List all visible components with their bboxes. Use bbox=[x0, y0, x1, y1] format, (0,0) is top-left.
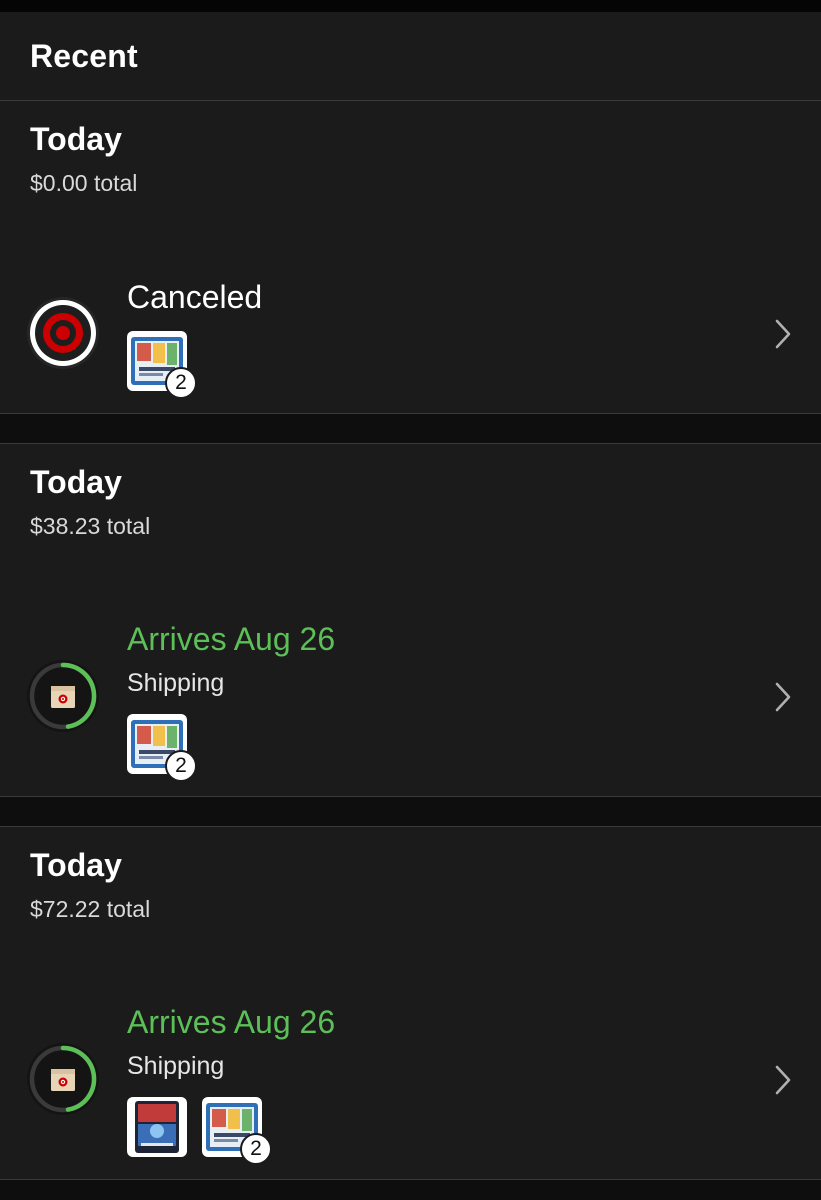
quantity-badge: 2 bbox=[165, 367, 197, 399]
shipping-progress-icon bbox=[26, 659, 100, 733]
shipping-progress-icon bbox=[26, 1042, 100, 1116]
order-status: Arrives Aug 26 bbox=[127, 1004, 336, 1040]
order-status: Canceled bbox=[127, 279, 263, 315]
order-card[interactable]: Today $38.23 total Arrives Aug 26 Shippi… bbox=[0, 443, 821, 797]
status-bar-strip bbox=[0, 0, 821, 12]
chevron-right-icon[interactable] bbox=[770, 679, 796, 715]
order-substatus: Shipping bbox=[127, 669, 225, 697]
order-date: Today bbox=[30, 464, 122, 500]
target-logo-icon bbox=[26, 296, 100, 370]
order-card[interactable]: Today $0.00 total Canceled 2 bbox=[0, 100, 821, 414]
order-date: Today bbox=[30, 121, 122, 157]
order-date: Today bbox=[30, 847, 122, 883]
chevron-right-icon[interactable] bbox=[770, 1062, 796, 1098]
recent-header: Recent bbox=[0, 12, 821, 101]
order-substatus: Shipping bbox=[127, 1052, 225, 1080]
quantity-badge: 2 bbox=[240, 1133, 272, 1165]
quantity-badge: 2 bbox=[165, 750, 197, 782]
order-status: Arrives Aug 26 bbox=[127, 621, 336, 657]
order-card[interactable]: Today $72.22 total Arrives Aug 26 Shippi… bbox=[0, 826, 821, 1180]
order-total: $72.22 total bbox=[30, 896, 151, 922]
order-total: $38.23 total bbox=[30, 513, 151, 539]
chevron-right-icon[interactable] bbox=[770, 316, 796, 352]
order-total: $0.00 total bbox=[30, 170, 138, 196]
pokemon-tin-thumbnail bbox=[127, 1097, 187, 1157]
page-title: Recent bbox=[30, 38, 138, 74]
